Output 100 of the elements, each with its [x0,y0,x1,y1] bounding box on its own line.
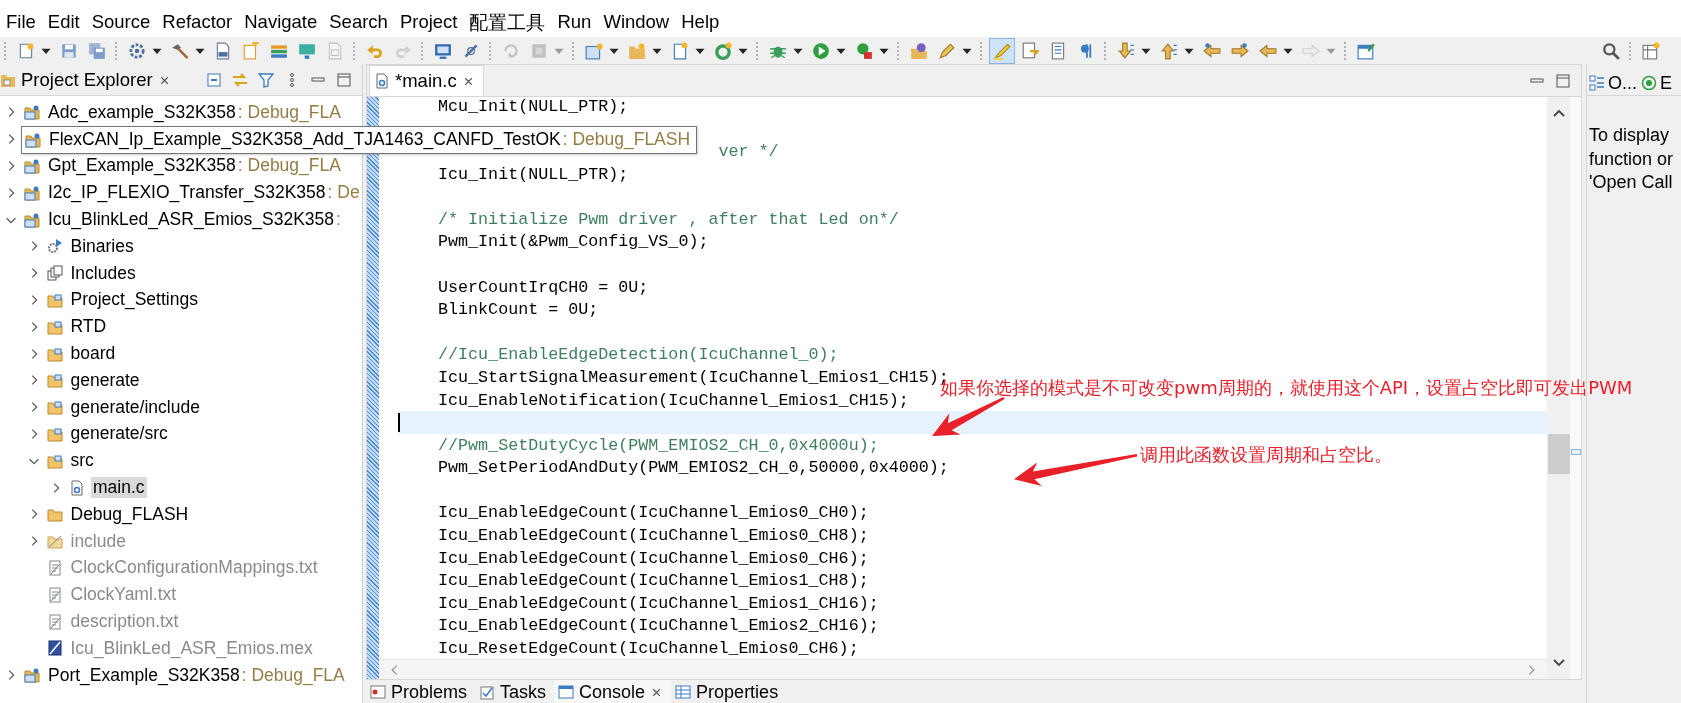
build-config: : Debug_FLA [241,664,345,686]
folder-icon [46,318,63,335]
build-config: : Debug_FLASH [562,129,691,151]
project-folder-icon [24,104,40,121]
tree-item[interactable]: generate/include [68,396,202,418]
code-text: Pwm_SetPeriodAndDuty(PWM_EMIOS2_CH_0,50000,0x4000); [437,458,949,478]
tree-item[interactable]: Gpt_Example_S32K358 [46,155,238,177]
code-text: Icu_EnableEdgeCount(IcuChannel_Emios0_CH8); [437,526,869,546]
view-tab[interactable]: E [1639,71,1675,95]
maximize-icon[interactable] [336,72,352,88]
text-file-icon [46,613,63,630]
tree-item[interactable]: Project_Settings [68,289,200,311]
target-icon [1641,75,1657,91]
menu-item[interactable]: Window [601,11,680,33]
tasks-icon [479,684,496,700]
code-comment: /* Initialize Pwm driver , after that Led on*/ [437,209,899,229]
tree-item[interactable]: generate [68,369,142,391]
tree-item[interactable]: Port_Example_S32K358 [46,664,242,686]
code-text: Icu_EnableNotification(IcuChannel_Emios1_CH15); [437,390,909,410]
menu-item[interactable]: Navigate [242,11,328,33]
code-text: Icu_EnableEdgeCount(IcuChannel_Emios1_CH16); [437,593,879,613]
project-folder-icon [24,211,40,228]
view-tab[interactable]: Properties [671,680,787,703]
view-tab[interactable]: Tasks [475,680,555,703]
tree-item[interactable]: Icu_BlinkLed_ASR_Emios_S32K358 [46,209,336,231]
build-config: : Debug_FLA [237,155,341,177]
library-icon [46,265,63,282]
tree-item[interactable]: generate/src [68,423,170,445]
project-folder-icon [24,184,40,201]
annotation-text: 调用此函数设置周期和占空比。 [1140,443,1392,467]
build-config: : Debug_FLA [237,101,341,123]
scrollbar-thumb[interactable] [1547,434,1570,474]
menu-item[interactable]: Refactor [160,11,243,33]
code-text: UserCountIrqCH0 = 0U; [437,277,649,297]
code-text: Pwm_Init(&Pwm_Config_VS_0); [437,232,709,252]
text-file-icon [46,559,63,576]
code-text: Icu_ResetEdgeCount(IcuChannel_Emios0_CH6); [437,639,859,659]
menu-item[interactable]: Run [555,11,602,33]
code-text: Icu_EnableEdgeCount(IcuChannel_Emios0_CH0); [437,503,869,523]
folder-icon [46,345,63,362]
code-text: Icu_EnableEdgeCount(IcuChannel_Emios1_CH8); [437,571,869,591]
code-text: BlinkCount = 0U; [437,300,599,320]
code-text: Icu_Init(NULL_PTR); [437,164,629,184]
build-config: : De [327,182,360,204]
folder-icon [46,452,63,469]
code-text: Icu_EnableEdgeCount(IcuChannel_Emios0_CH6); [437,548,869,568]
code-text: Icu_EnableEdgeCount(IcuChannel_Emios2_CH16); [437,616,879,636]
config-file-icon [46,640,63,657]
maximize-icon[interactable] [1555,73,1571,89]
tree-item[interactable]: RTD [68,316,109,338]
folder-icon [46,291,63,308]
menu-item[interactable]: 配置工具 [467,9,556,35]
tree-item[interactable]: main.c [91,477,147,499]
project-folder-icon [25,131,41,148]
view-tab[interactable]: O... [1587,71,1639,95]
console-icon [558,684,575,700]
tree-item[interactable]: Adc_example_S32K358 [46,101,238,123]
outline-icon [1589,75,1605,91]
menu-item[interactable]: Search [327,11,398,33]
tree-item[interactable]: Debug_FLASH [68,503,191,525]
c-file-icon [69,479,85,496]
tree-item[interactable]: FlexCAN_Ip_Example_S32K358_Add_TJA1463_CANFD_TestOK [47,129,563,151]
binaries-icon [46,238,63,255]
folder-icon [46,506,63,523]
text-file-icon [46,586,63,603]
view-tab[interactable]: Console [554,680,672,703]
c-file-icon [374,73,390,89]
folder-icon [46,399,63,416]
text-cursor [398,413,400,433]
folder-icon [46,372,63,389]
project-folder-icon [24,158,40,174]
info-message: To display function or 'Open Call [1589,124,1675,194]
highlighter-icon[interactable] [989,37,1015,64]
occurrence-mark [1571,449,1581,455]
horizontal-scrollbar[interactable] [379,659,1547,679]
editor-tab[interactable]: *main.c [369,65,484,96]
menu-item[interactable]: Help [679,11,730,33]
menu-item[interactable]: Edit [45,11,90,33]
view-tab[interactable]: Problems [366,680,476,703]
tree-item[interactable]: Binaries [68,235,136,257]
menu-item[interactable]: Project [397,11,468,33]
folder-icon [46,425,63,442]
tree-item[interactable]: I2c_IP_FLEXIO_Transfer_S32K358 [46,182,328,204]
tree-item[interactable]: board [68,343,118,365]
code-comment: ver */ [717,142,779,161]
tree-item[interactable]: ClockYaml.txt [68,584,179,606]
project-folder-icon [24,667,40,684]
folder-icon [46,533,63,550]
code-comment: //Icu_EnableEdgeDetection(IcuChannel_0); [437,345,839,365]
filter-icon[interactable] [258,72,274,88]
menu-item[interactable]: File [4,11,46,33]
code-comment: //Pwm_SetDutyCycle(PWM_EMIOS2_CH_0,0x4000u); [437,435,879,455]
tree-item[interactable]: src [68,450,96,472]
tree-item[interactable]: Includes [68,262,138,284]
code-text: Mcu_Init(NULL_PTR); [437,97,629,116]
properties-icon [675,684,692,700]
problems-icon [370,684,386,700]
collapse-all-icon[interactable] [206,72,222,88]
menu-item[interactable]: Source [89,11,161,33]
folder-icon [0,72,16,88]
